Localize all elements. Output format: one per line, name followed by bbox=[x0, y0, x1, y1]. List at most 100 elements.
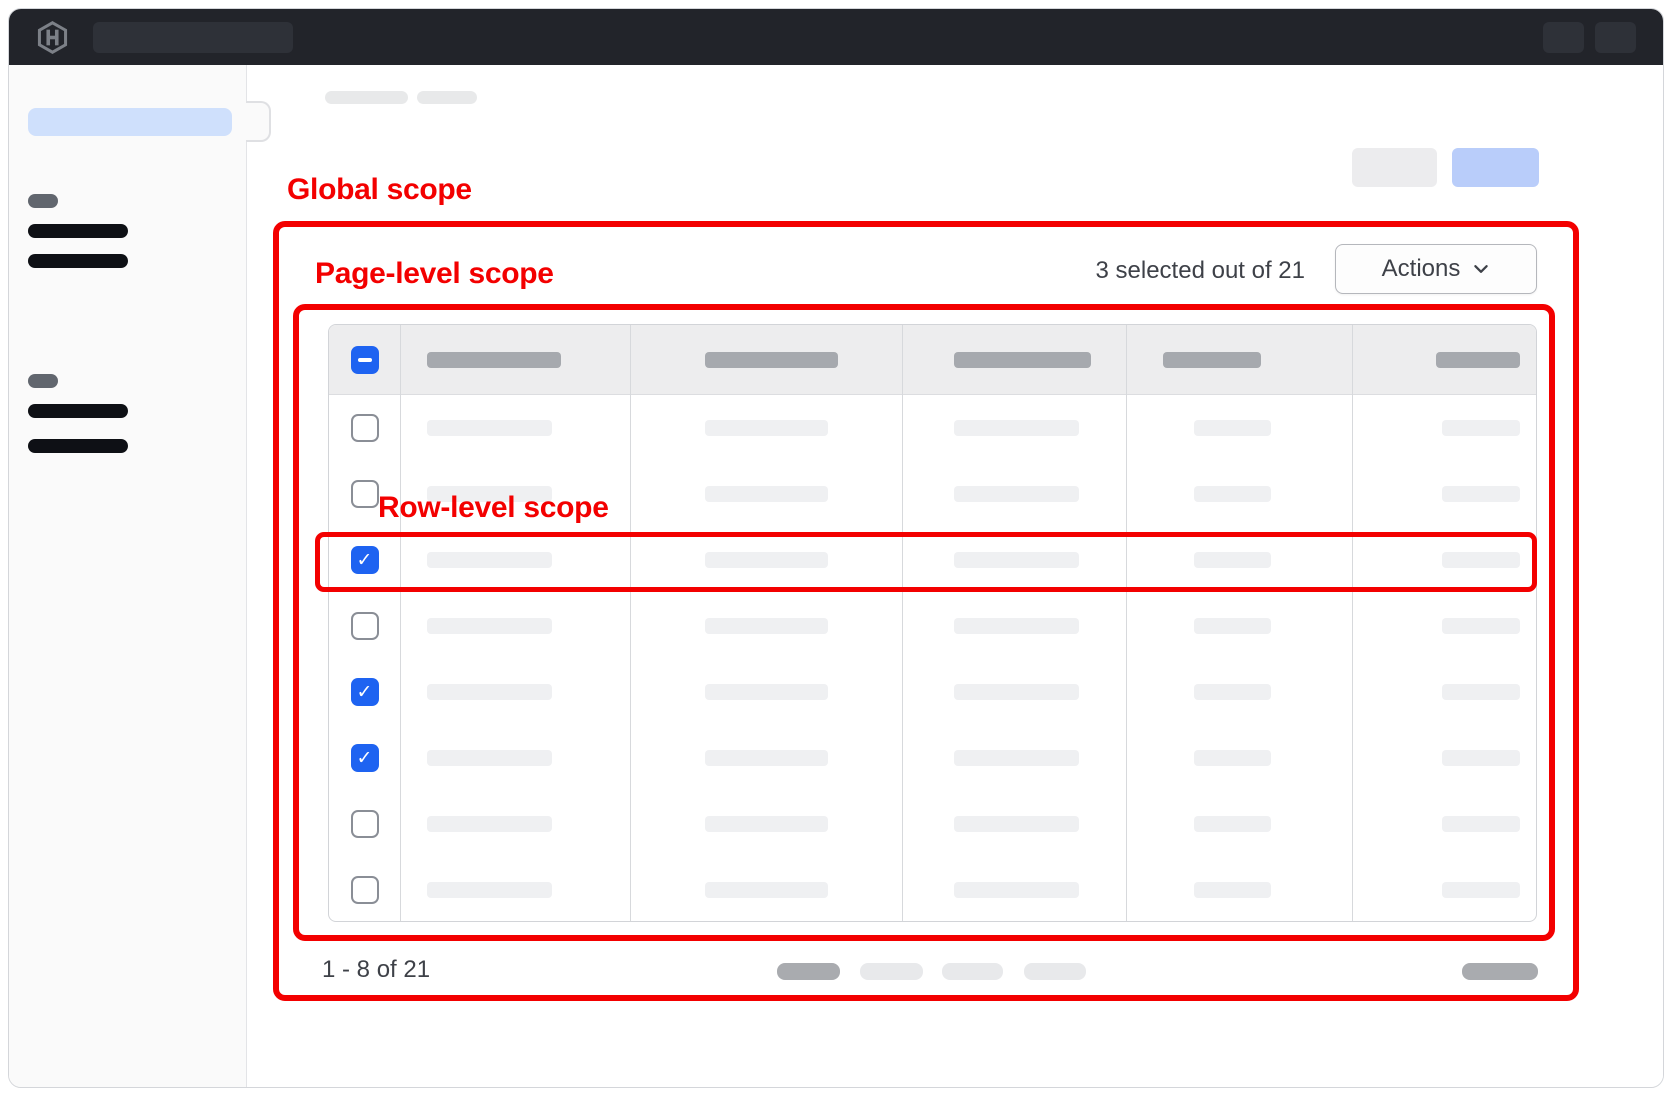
table-cell bbox=[631, 791, 902, 857]
select-all-checkbox[interactable] bbox=[351, 346, 379, 374]
table-row-select-cell bbox=[329, 395, 400, 461]
cell-placeholder-bar bbox=[1442, 750, 1520, 766]
table-cell bbox=[903, 593, 1126, 659]
table-row-select-cell bbox=[329, 659, 400, 725]
table-cell bbox=[631, 461, 902, 527]
table-cell bbox=[1353, 725, 1536, 791]
primary-button-placeholder[interactable] bbox=[1452, 148, 1539, 187]
cell-placeholder-bar bbox=[705, 750, 828, 766]
column-header[interactable] bbox=[1127, 325, 1352, 395]
cell-placeholder-bar bbox=[1194, 552, 1271, 568]
cell-placeholder-bar bbox=[1442, 816, 1520, 832]
row-checkbox[interactable] bbox=[351, 414, 379, 442]
pagination-page-4[interactable] bbox=[1024, 963, 1086, 980]
cell-placeholder-bar bbox=[954, 684, 1079, 700]
cell-placeholder-bar bbox=[954, 882, 1079, 898]
table-cell bbox=[1353, 461, 1536, 527]
row-checkbox[interactable] bbox=[351, 612, 379, 640]
cell-placeholder-bar bbox=[427, 552, 552, 568]
row-checkbox[interactable] bbox=[351, 546, 379, 574]
cell-placeholder-bar bbox=[1194, 882, 1271, 898]
sidebar-item[interactable] bbox=[28, 439, 128, 453]
table-column-1 bbox=[400, 325, 630, 921]
cell-placeholder-bar bbox=[1194, 684, 1271, 700]
cell-placeholder-bar bbox=[427, 750, 552, 766]
cell-placeholder-bar bbox=[705, 618, 828, 634]
table-column-5 bbox=[1352, 325, 1536, 921]
actions-dropdown-button[interactable]: Actions bbox=[1335, 244, 1537, 294]
cell-placeholder-bar bbox=[427, 882, 552, 898]
table-cell bbox=[1127, 659, 1352, 725]
sidebar-collapse-handle[interactable] bbox=[246, 101, 271, 142]
table-cell bbox=[1127, 725, 1352, 791]
cell-placeholder-bar bbox=[705, 486, 828, 502]
pagination-page-3[interactable] bbox=[942, 963, 1003, 980]
header-placeholder-bar bbox=[1436, 352, 1520, 368]
table-cell bbox=[1353, 659, 1536, 725]
pagination-page-2[interactable] bbox=[860, 963, 923, 980]
breadcrumb-placeholder bbox=[325, 91, 408, 104]
cell-placeholder-bar bbox=[954, 552, 1079, 568]
cell-placeholder-bar bbox=[954, 486, 1079, 502]
pagination-range-text: 1 - 8 of 21 bbox=[322, 956, 430, 984]
table-row-select-cell bbox=[329, 527, 400, 593]
row-checkbox[interactable] bbox=[351, 876, 379, 904]
table-cell bbox=[903, 791, 1126, 857]
row-checkbox[interactable] bbox=[351, 480, 379, 508]
header-placeholder-bar bbox=[954, 352, 1091, 368]
main-area: Global scope Page-level scope 3 selected… bbox=[9, 65, 1663, 1087]
table-cell bbox=[401, 659, 630, 725]
table-cell bbox=[401, 395, 630, 461]
table-cell bbox=[401, 593, 630, 659]
page-scope-label: Page-level scope bbox=[315, 257, 554, 291]
table-cell bbox=[1127, 395, 1352, 461]
cell-placeholder-bar bbox=[1442, 618, 1520, 634]
column-header[interactable] bbox=[631, 325, 902, 395]
table-cell bbox=[401, 725, 630, 791]
topbar-user-button[interactable] bbox=[1595, 22, 1636, 53]
sidebar-item[interactable] bbox=[28, 224, 128, 238]
app-window: Global scope Page-level scope 3 selected… bbox=[8, 8, 1664, 1088]
actions-button-label: Actions bbox=[1382, 255, 1461, 283]
topbar-help-button[interactable] bbox=[1543, 22, 1584, 53]
table-cell bbox=[903, 659, 1126, 725]
table-cell bbox=[631, 659, 902, 725]
cell-placeholder-bar bbox=[427, 684, 552, 700]
cell-placeholder-bar bbox=[427, 618, 552, 634]
row-checkbox[interactable] bbox=[351, 810, 379, 838]
table-row-select-cell bbox=[329, 593, 400, 659]
cell-placeholder-bar bbox=[954, 750, 1079, 766]
table-cell bbox=[903, 857, 1126, 922]
header-placeholder-bar bbox=[427, 352, 561, 368]
table-cell bbox=[401, 857, 630, 922]
table-cell bbox=[1127, 593, 1352, 659]
global-search-input[interactable] bbox=[93, 22, 293, 53]
column-header[interactable] bbox=[903, 325, 1126, 395]
row-checkbox[interactable] bbox=[351, 678, 379, 706]
sidebar-active-item[interactable] bbox=[28, 108, 232, 136]
table-cell bbox=[401, 791, 630, 857]
row-checkbox[interactable] bbox=[351, 744, 379, 772]
pagination-page-1[interactable] bbox=[777, 963, 840, 980]
sidebar-item[interactable] bbox=[28, 404, 128, 418]
table-cell bbox=[903, 527, 1126, 593]
table-row-select-cell bbox=[329, 857, 400, 922]
table-cell bbox=[631, 725, 902, 791]
column-header[interactable] bbox=[401, 325, 630, 395]
table-cell bbox=[631, 593, 902, 659]
select-column bbox=[329, 325, 400, 921]
header-placeholder-bar bbox=[705, 352, 838, 368]
cell-placeholder-bar bbox=[1442, 552, 1520, 568]
sidebar-item[interactable] bbox=[28, 254, 128, 268]
table-cell bbox=[401, 527, 630, 593]
table-cell bbox=[631, 527, 902, 593]
cell-placeholder-bar bbox=[705, 684, 828, 700]
secondary-button-placeholder[interactable] bbox=[1352, 148, 1437, 187]
column-header[interactable] bbox=[1353, 325, 1536, 395]
cell-placeholder-bar bbox=[1442, 420, 1520, 436]
table-column-4 bbox=[1126, 325, 1352, 921]
table-cell bbox=[1127, 791, 1352, 857]
cell-placeholder-bar bbox=[1442, 684, 1520, 700]
global-scope-label: Global scope bbox=[287, 173, 472, 207]
pagination-next-button[interactable] bbox=[1462, 963, 1538, 980]
